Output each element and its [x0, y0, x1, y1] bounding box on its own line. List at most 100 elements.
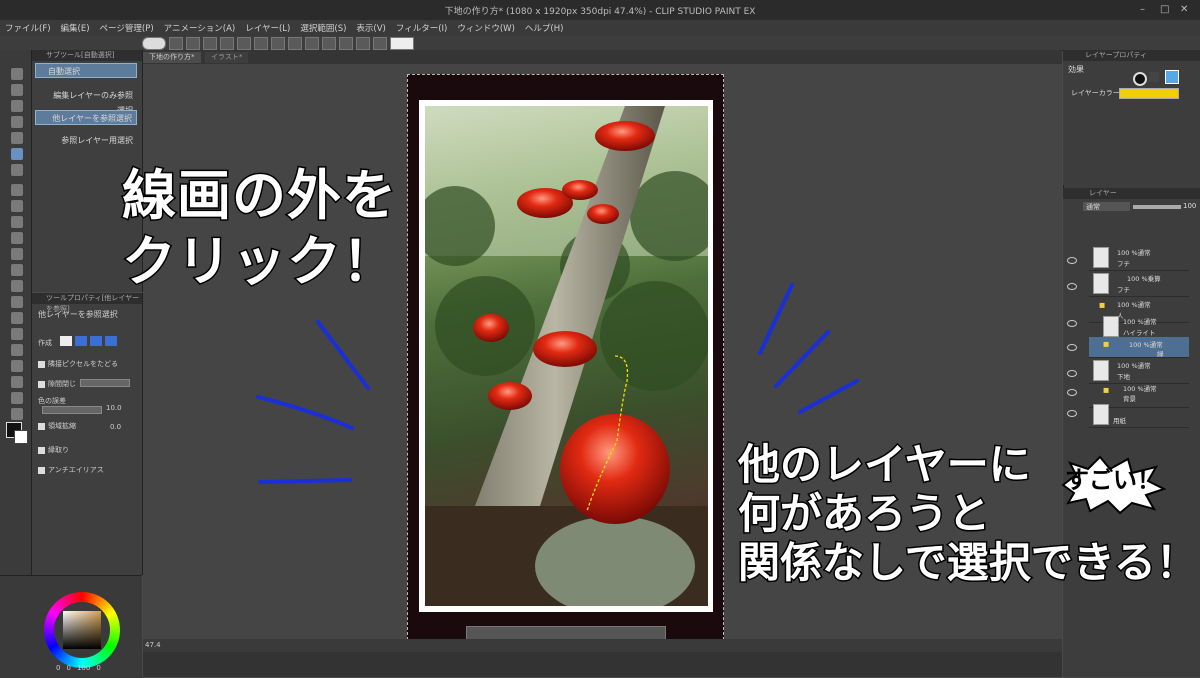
operation-label: 作成 [38, 339, 52, 347]
visibility-eye-icon[interactable] [1067, 389, 1077, 396]
deselect-icon[interactable] [305, 37, 319, 50]
select-tool-icon[interactable] [11, 132, 23, 144]
open-icon[interactable] [186, 37, 200, 50]
tab-document[interactable]: 下地の作り方* [143, 52, 201, 63]
ruler-icon[interactable] [356, 37, 370, 50]
decoration-tool-icon[interactable] [11, 248, 23, 260]
move-tool-icon[interactable] [11, 116, 23, 128]
layer-row[interactable]: 用紙 [1089, 401, 1189, 428]
layer-property-header: レイヤープロパティ [1063, 50, 1200, 61]
border-effect-icon[interactable] [1133, 72, 1147, 86]
subtract-selection-icon[interactable] [90, 336, 102, 346]
rotate-tool-icon[interactable] [11, 100, 23, 112]
close-icon[interactable]: ✕ [1180, 4, 1188, 15]
fill-tool-icon[interactable] [11, 296, 23, 308]
undo-icon[interactable] [220, 37, 234, 50]
layer-tab[interactable]: レイヤー [1063, 188, 1200, 199]
layer-row[interactable]: 100 %通常 フチ [1089, 244, 1189, 271]
balloon-tool-icon[interactable] [11, 392, 23, 404]
clip-studio-icon[interactable] [142, 37, 166, 50]
sub-tool-header: サブツール[自動選択] [32, 50, 142, 61]
checkbox-icon[interactable] [38, 446, 45, 454]
checkbox-icon[interactable] [38, 380, 45, 388]
minimize-icon[interactable]: – [1140, 4, 1145, 15]
sub-color-swatch[interactable] [14, 430, 28, 444]
snap-icon[interactable] [373, 37, 387, 50]
clear-icon[interactable] [254, 37, 268, 50]
menu-file[interactable]: ファイル(F) [5, 22, 51, 34]
new-icon[interactable] [169, 37, 183, 50]
option-row[interactable]: アンチエイリアス [38, 465, 104, 475]
sub-tool-item-edit-layer[interactable]: 編集レイヤーのみ参照選択 [35, 88, 137, 115]
transform-icon[interactable] [271, 37, 285, 50]
layer-row[interactable]: 100 %通常 下地 [1089, 357, 1189, 384]
airbrush-tool-icon[interactable] [11, 232, 23, 244]
folder-icon: ■ [1103, 386, 1110, 394]
eyedropper-tool-icon[interactable] [11, 164, 23, 176]
menu-animation[interactable]: アニメーション(A) [164, 22, 236, 34]
blend-tool-icon[interactable] [11, 280, 23, 292]
visibility-eye-icon[interactable] [1067, 257, 1077, 264]
fill-icon[interactable] [339, 37, 353, 50]
brush-tool-icon[interactable] [11, 216, 23, 228]
maximize-icon[interactable]: □ [1160, 4, 1169, 15]
text-tool-icon[interactable] [11, 376, 23, 388]
menu-help[interactable]: ヘルプ(H) [525, 22, 564, 34]
visibility-eye-icon[interactable] [1067, 344, 1077, 351]
menu-selection[interactable]: 選択範囲(S) [300, 22, 346, 34]
checkbox-icon[interactable] [38, 422, 45, 430]
invert-selection-icon[interactable] [322, 37, 336, 50]
sub-tool-item-other-layer[interactable]: 他レイヤーを参照選択 [35, 110, 137, 125]
zoom-tool-icon[interactable] [11, 68, 23, 80]
hand-tool-icon[interactable] [11, 84, 23, 96]
menu-layer[interactable]: レイヤー(L) [245, 22, 290, 34]
correct-line-tool-icon[interactable] [11, 408, 23, 420]
option-row[interactable]: 領域拡縮 [38, 421, 76, 431]
menu-edit[interactable]: 編集(E) [61, 22, 90, 34]
save-icon[interactable] [203, 37, 217, 50]
new-selection-icon[interactable] [60, 336, 72, 346]
menu-filter[interactable]: フィルター(I) [396, 22, 447, 34]
intersect-selection-icon[interactable] [105, 336, 117, 346]
menu-window[interactable]: ウィンドウ(W) [457, 22, 515, 34]
menu-page[interactable]: ページ管理(P) [100, 22, 154, 34]
color-margin-slider[interactable] [42, 406, 102, 414]
menu-view[interactable]: 表示(V) [356, 22, 385, 34]
pen-tool-icon[interactable] [11, 184, 23, 196]
visibility-eye-icon[interactable] [1067, 410, 1077, 417]
layer-color-swatch[interactable] [1119, 88, 1179, 99]
opacity-slider[interactable] [1133, 205, 1181, 209]
tone-effect-icon[interactable] [1149, 72, 1159, 82]
canvas-photo [425, 106, 708, 606]
checkbox-icon[interactable] [38, 360, 45, 368]
sub-tool-item-reference-layer[interactable]: 参照レイヤー用選択 [35, 133, 137, 148]
visibility-eye-icon[interactable] [1067, 283, 1077, 290]
gradient-tool-icon[interactable] [11, 312, 23, 324]
gap-close-slider[interactable] [80, 379, 130, 387]
checkbox-icon[interactable] [38, 466, 45, 474]
auto-select-tool-icon[interactable] [11, 148, 23, 160]
help-icon[interactable] [390, 37, 414, 50]
sub-tool-group[interactable]: 自動選択 [35, 63, 137, 78]
pencil-tool-icon[interactable] [11, 200, 23, 212]
option-row[interactable]: 隙間閉じ [38, 379, 76, 389]
add-selection-icon[interactable] [75, 336, 87, 346]
blend-mode-select[interactable]: 通常 [1083, 202, 1130, 211]
layer-color-icon[interactable] [1165, 70, 1179, 84]
layer-row[interactable]: 100 %乗算 フチ [1089, 270, 1189, 297]
visibility-eye-icon[interactable] [1067, 370, 1077, 377]
crop-icon[interactable] [288, 37, 302, 50]
color-square[interactable] [63, 611, 101, 649]
eraser-tool-icon[interactable] [11, 264, 23, 276]
option-row[interactable]: 縁取り [38, 445, 69, 455]
figure-tool-icon[interactable] [11, 328, 23, 340]
redo-icon[interactable] [237, 37, 251, 50]
layer-row-selected[interactable]: ■ 100 %通常緑 [1089, 337, 1189, 358]
frame-tool-icon[interactable] [11, 344, 23, 356]
layer-row[interactable]: 100 %通常 ハイライト [1089, 313, 1189, 340]
visibility-eye-icon[interactable] [1067, 320, 1077, 327]
ruler-tool-icon[interactable] [11, 360, 23, 372]
option-row[interactable]: 隣接ピクセルをたどる [38, 359, 118, 369]
tab-illustration[interactable]: イラスト* [205, 52, 249, 63]
layer-mode: 100 %通常 [1117, 362, 1151, 370]
